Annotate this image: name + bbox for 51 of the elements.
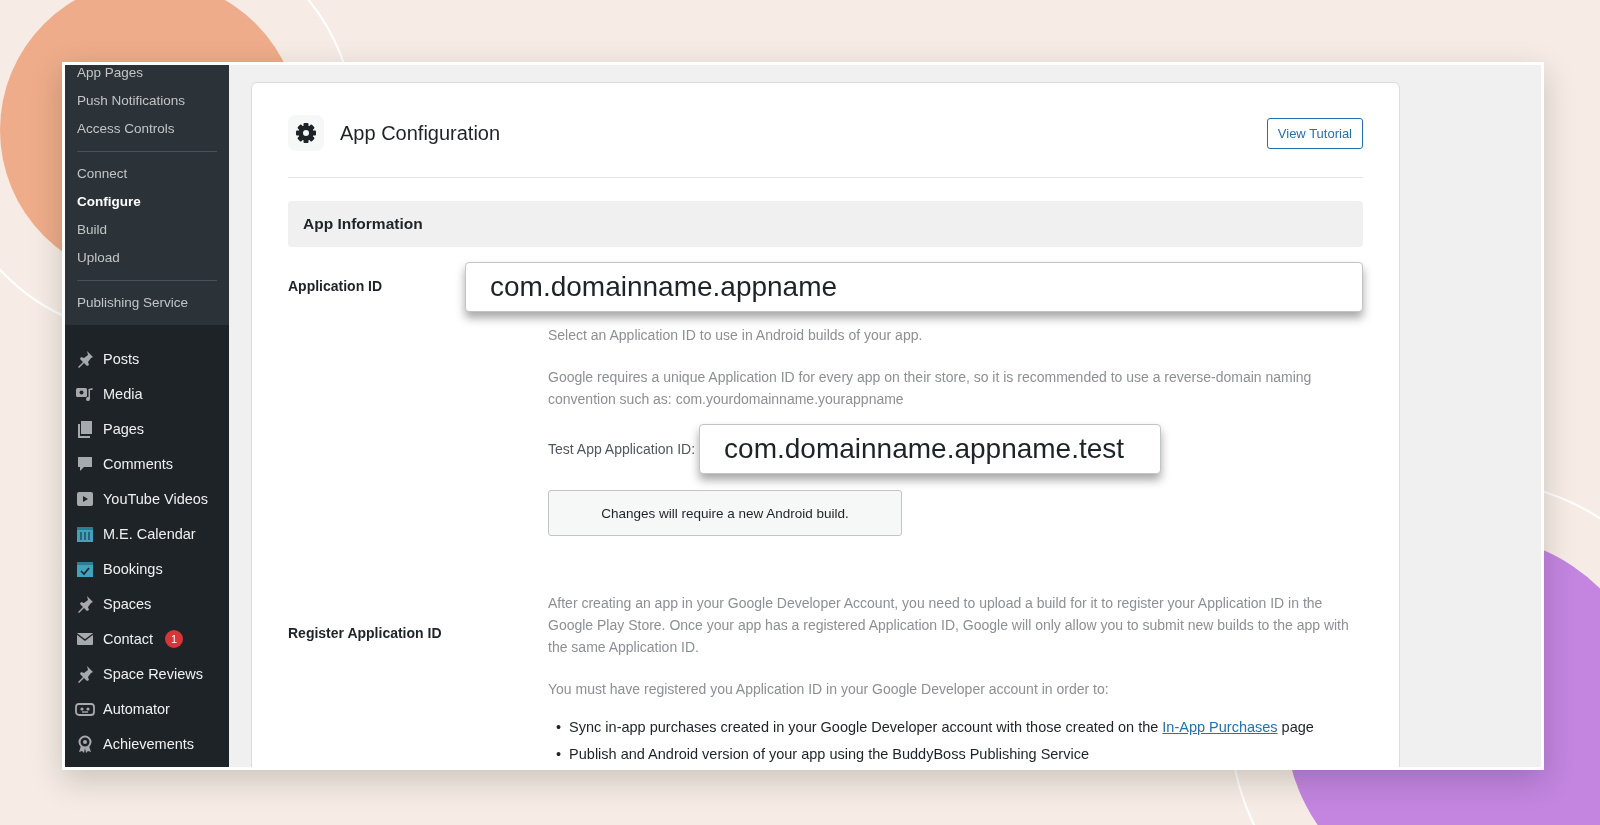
menu-label: Contact [103, 630, 153, 647]
help-text: Select an Application ID to use in Android builds of your app. [548, 326, 924, 345]
in-app-purchases-link[interactable]: In-App Purchases [1162, 719, 1278, 735]
menu-label: Achievements [103, 735, 195, 752]
menu-item[interactable]: Spaces [65, 586, 229, 621]
description-text: You must have registered you Application ID in your Google Developer account in order to: [548, 680, 1110, 699]
submenu-item[interactable]: Upload [65, 244, 229, 272]
menu-label: Spaces [103, 595, 152, 612]
count-badge: 1 [165, 629, 183, 648]
menu-item[interactable]: Automator [65, 691, 229, 726]
submenu-item[interactable]: Connect [65, 160, 229, 188]
application-id-field[interactable]: com.domainname.appname [465, 262, 1363, 312]
test-application-id-field[interactable]: com.domainname.appname.test [699, 424, 1162, 474]
menu-item[interactable]: Achievements [65, 726, 229, 761]
submenu-item[interactable]: Build [65, 216, 229, 244]
menu-item[interactable]: M.E. Calendar [65, 516, 229, 551]
submenu-item[interactable]: Publishing Service [65, 289, 229, 317]
menu-label: Posts [103, 350, 140, 367]
field-label: Test App Application ID: [548, 441, 696, 457]
notice-box: Changes will require a new Android build. [548, 490, 902, 536]
menu-item[interactable]: Contact 1 [65, 621, 229, 656]
menu-item[interactable]: Space Reviews [65, 656, 229, 691]
menu-label: M.E. Calendar [103, 525, 196, 542]
bullet-item: Publish and Android version of your app using the BuddyBoss Publishing Service [569, 745, 1089, 764]
description-text: After creating an app in your Google Developer Account, you need to upload a build for it to register your Application ID in the Google Play Store. Once your app has a registered Application ID, Google will only allow you to submit new builds to the app with the same Application ID. [548, 594, 1350, 657]
field-label: Register Application ID [288, 624, 443, 641]
pages-icon [75, 418, 95, 439]
bullet-item: Sync in-app purchases created in your Google Developer account with those created on the In-App Purchases page [569, 718, 1314, 737]
help-text: Google requires a unique Application ID for every app on their store, so it is recommended to use a reverse-domain naming convention such as: com.yourdomainname.yourappname [548, 368, 1313, 409]
submenu-item[interactable]: Access Controls [65, 115, 229, 143]
menu-item[interactable]: Pages [65, 411, 229, 446]
bullet-marker: • [556, 745, 562, 764]
menu-label: YouTube Videos [103, 490, 209, 507]
section-header: App Information [288, 201, 1363, 247]
menu-label: Comments [103, 455, 174, 472]
menu-item[interactable]: Media [65, 376, 229, 411]
bullet-marker: • [556, 718, 562, 737]
menu-item[interactable]: Comments [65, 446, 229, 481]
menu-label: Pages [103, 420, 145, 437]
menu-item[interactable]: Posts [65, 341, 229, 376]
submenu-item[interactable]: Configure [65, 188, 229, 216]
page-title: App Configuration [340, 121, 501, 145]
submenu-item[interactable]: App Pages [65, 65, 229, 87]
view-tutorial-button[interactable]: View Tutorial [1266, 117, 1363, 149]
menu-item[interactable]: Bookings [65, 551, 229, 586]
menu-label: Space Reviews [103, 665, 203, 682]
submenu-item[interactable]: Push Notifications [65, 87, 229, 115]
menu-label: Media [103, 385, 143, 402]
menu-label: Automator [103, 700, 170, 717]
menu-item[interactable]: YouTube Videos [65, 481, 229, 516]
menu-label: Bookings [103, 560, 163, 577]
